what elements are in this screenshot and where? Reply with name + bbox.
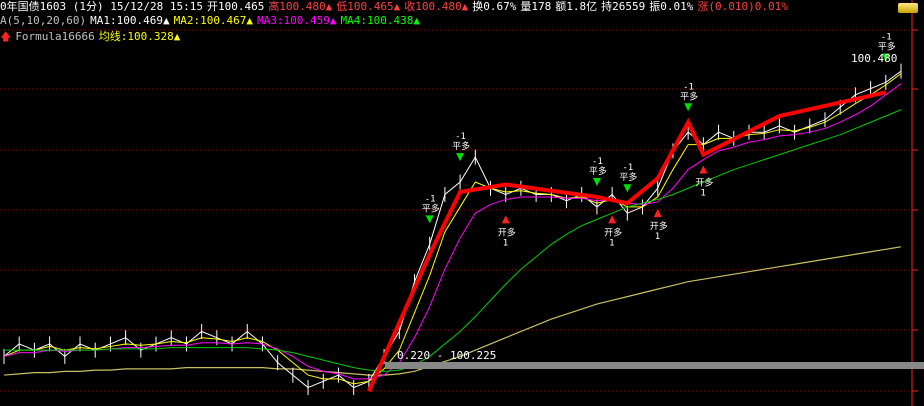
close-value: 收100.480▲ — [404, 0, 469, 13]
turnover-value: 换0.67% — [472, 0, 517, 13]
formula-arrow-icon: 🡅 — [0, 30, 12, 43]
buy-arrow-icon — [501, 215, 510, 224]
signal-one-label: 1 — [609, 238, 614, 248]
signal-close-long-label: 平多 — [422, 202, 440, 214]
lock-icon[interactable] — [898, 3, 918, 13]
ma-legend: A(5,10,20,60) MA1:100.469▲ MA2:100.467▲ MA3… — [0, 14, 424, 28]
ma-line-3 — [3, 83, 902, 380]
zigzag-line — [367, 90, 887, 393]
sell-arrow-icon — [684, 103, 693, 112]
signal-open-long-label: 开多 — [604, 226, 622, 238]
sell-arrow-icon — [456, 153, 465, 162]
high-price-label: 100.480 — [851, 52, 897, 65]
y-axis-ticks — [911, 0, 918, 406]
signal-one-label: 1 — [655, 232, 660, 242]
position-value: 持26559 — [601, 0, 646, 13]
signal-close-long-label: 平多 — [878, 40, 896, 52]
formula-name: Formula16666 — [15, 30, 95, 43]
price-chart[interactable]: -1平多-1平多-1平多 -1平多-1平多-1平多开多1开多1开多1开多1 0.2… — [0, 0, 924, 406]
ma1-value: MA1:100.469▲ — [90, 14, 170, 27]
sell-arrow-icon — [425, 215, 434, 224]
signal-close-long-label: 平多 — [452, 140, 470, 152]
low-value: 低100.465▲ — [336, 0, 401, 13]
sell-arrow-icon — [623, 184, 632, 193]
ma2-value: MA2:100.467▲ — [173, 14, 254, 27]
formula-legend: 🡅 Formula16666 均线:100.328▲ — [0, 30, 184, 44]
volume-value: 量178 — [520, 0, 552, 13]
range-label: 0.220 - 100.225 — [397, 349, 496, 362]
chart-grid — [0, 29, 912, 392]
zigzag-path — [367, 90, 887, 393]
quote-header: 0年国债1603 (1分) 15/12/28 15:15 开100.465 高100… — [0, 0, 792, 14]
signal-one-label: 1 — [503, 238, 508, 248]
signal-count-label: -1 — [425, 194, 436, 204]
signal-one-label: 1 — [700, 189, 705, 199]
sell-arrow-icon — [592, 178, 601, 187]
signal-count-label: -1 — [455, 132, 466, 142]
signal-count-label: -1 — [592, 157, 603, 167]
signal-open-long-label: 开多 — [498, 226, 516, 238]
buy-arrow-icon — [608, 215, 617, 224]
ma-indicator-name: A(5,10,20,60) — [0, 14, 87, 27]
price-range-band — [385, 362, 924, 369]
signal-count-label: -1 — [683, 82, 694, 92]
signal-close-long-label: 平多 — [680, 90, 698, 102]
trade-signals: -1平多-1平多-1平多 -1平多-1平多-1平多开多1开多1开多1开多1 — [422, 32, 896, 248]
instrument-title: 0年国债1603 (1分) 15/12/28 15:15 — [0, 0, 203, 13]
signal-close-long-label: 平多 — [619, 171, 637, 183]
high-value: 高100.480▲ — [268, 0, 333, 13]
ma-line-1 — [3, 70, 902, 389]
ma4-value: MA4:100.438▲ — [340, 14, 421, 27]
signal-count-label: -1 — [622, 163, 633, 173]
buy-arrow-icon — [699, 165, 708, 174]
amplitude-value: 振0.01% — [649, 0, 694, 13]
signal-open-long-label: 开多 — [650, 220, 668, 232]
open-value: 开100.465 — [206, 0, 265, 13]
signal-open-long-label: 开多 — [695, 177, 713, 189]
ma3-value: MA3:100.459▲ — [257, 14, 337, 27]
avg-line-value: 均线:100.328▲ — [98, 30, 181, 43]
signal-count-label: -1 — [881, 32, 892, 42]
moving-average-lines — [3, 70, 902, 389]
change-value: 涨(0.010)0.01% — [697, 0, 788, 13]
amount-value: 额1.8亿 — [555, 0, 598, 13]
signal-close-long-label: 平多 — [589, 165, 607, 177]
